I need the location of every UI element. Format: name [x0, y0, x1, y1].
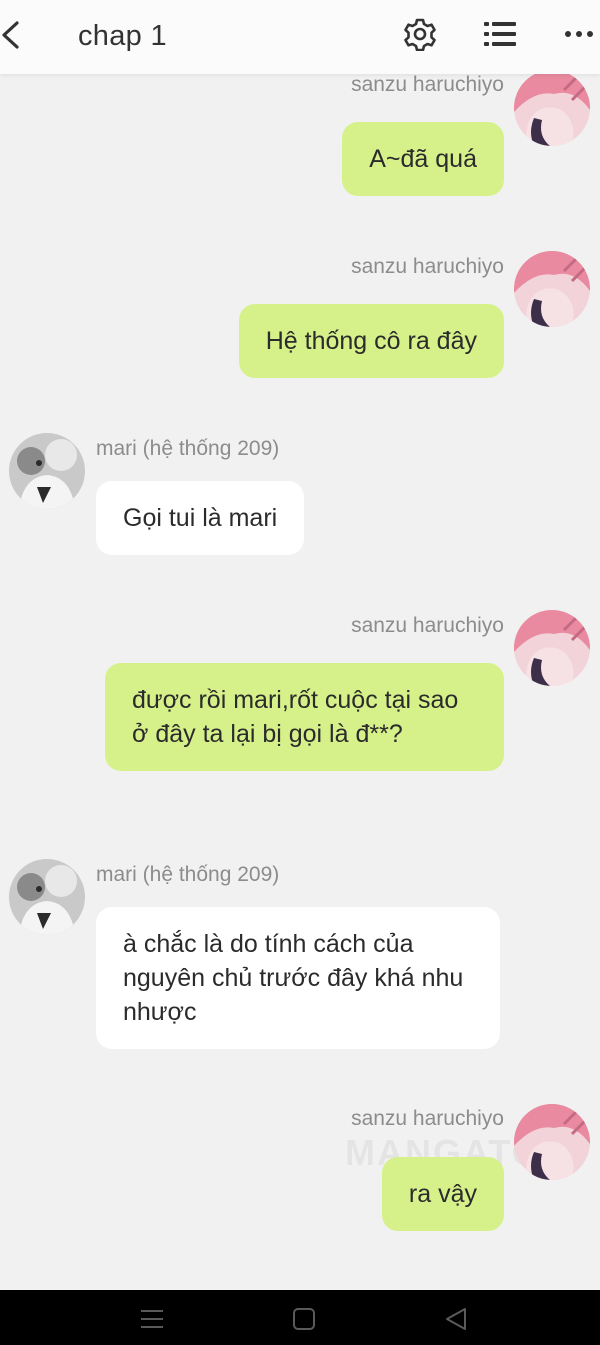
menu-nav-button[interactable] — [139, 1306, 165, 1332]
message-bubble: được rồi mari,rốt cuộc tại sao ở đây ta … — [105, 663, 504, 771]
menu-icon — [141, 1310, 163, 1328]
back-triangle-icon — [446, 1308, 466, 1330]
home-icon — [293, 1308, 315, 1330]
gear-icon — [404, 18, 436, 52]
sender-name: sanzu haruchiyo — [351, 614, 504, 637]
avatar-sanzu[interactable] — [514, 610, 590, 686]
message-bubble: à chắc là do tính cách của nguyên chủ tr… — [96, 907, 500, 1049]
back-nav-button[interactable] — [443, 1306, 469, 1332]
avatar-image — [514, 1104, 590, 1180]
more-icon — [565, 31, 593, 37]
message-bubble: A~đã quá — [342, 122, 504, 196]
back-button[interactable] — [0, 16, 24, 54]
sender-name: mari (hệ thống 209) — [96, 863, 280, 886]
sender-name: sanzu haruchiyo — [351, 73, 504, 96]
home-nav-button[interactable] — [291, 1306, 317, 1332]
sender-name: mari (hệ thống 209) — [96, 437, 280, 460]
settings-button[interactable] — [403, 17, 437, 52]
avatar-image — [514, 251, 590, 327]
message-bubble: ra vậy — [381, 1157, 504, 1231]
message-bubble: Hệ thống cô ra đây — [238, 304, 504, 378]
avatar-sanzu[interactable] — [514, 251, 590, 327]
avatar-image — [514, 70, 590, 146]
top-app-bar: chap 1 — [0, 0, 600, 74]
more-options-button[interactable] — [562, 22, 596, 46]
message-bubble: Gọi tui là mari — [96, 481, 305, 555]
sender-name: sanzu haruchiyo — [351, 1107, 504, 1130]
avatar-sanzu[interactable] — [514, 1104, 590, 1180]
system-navigation-bar — [0, 1290, 600, 1345]
avatar-sanzu[interactable] — [514, 70, 590, 146]
avatar-image — [514, 610, 590, 686]
avatar-mari[interactable] — [9, 433, 85, 509]
list-icon — [484, 22, 516, 46]
avatar-image — [9, 433, 85, 509]
chapter-title: chap 1 — [78, 20, 167, 52]
avatar-mari[interactable] — [9, 859, 85, 935]
chapter-list-button[interactable] — [482, 17, 518, 51]
chevron-left-icon — [2, 21, 19, 49]
avatar-image — [9, 859, 85, 935]
sender-name: sanzu haruchiyo — [351, 255, 504, 278]
